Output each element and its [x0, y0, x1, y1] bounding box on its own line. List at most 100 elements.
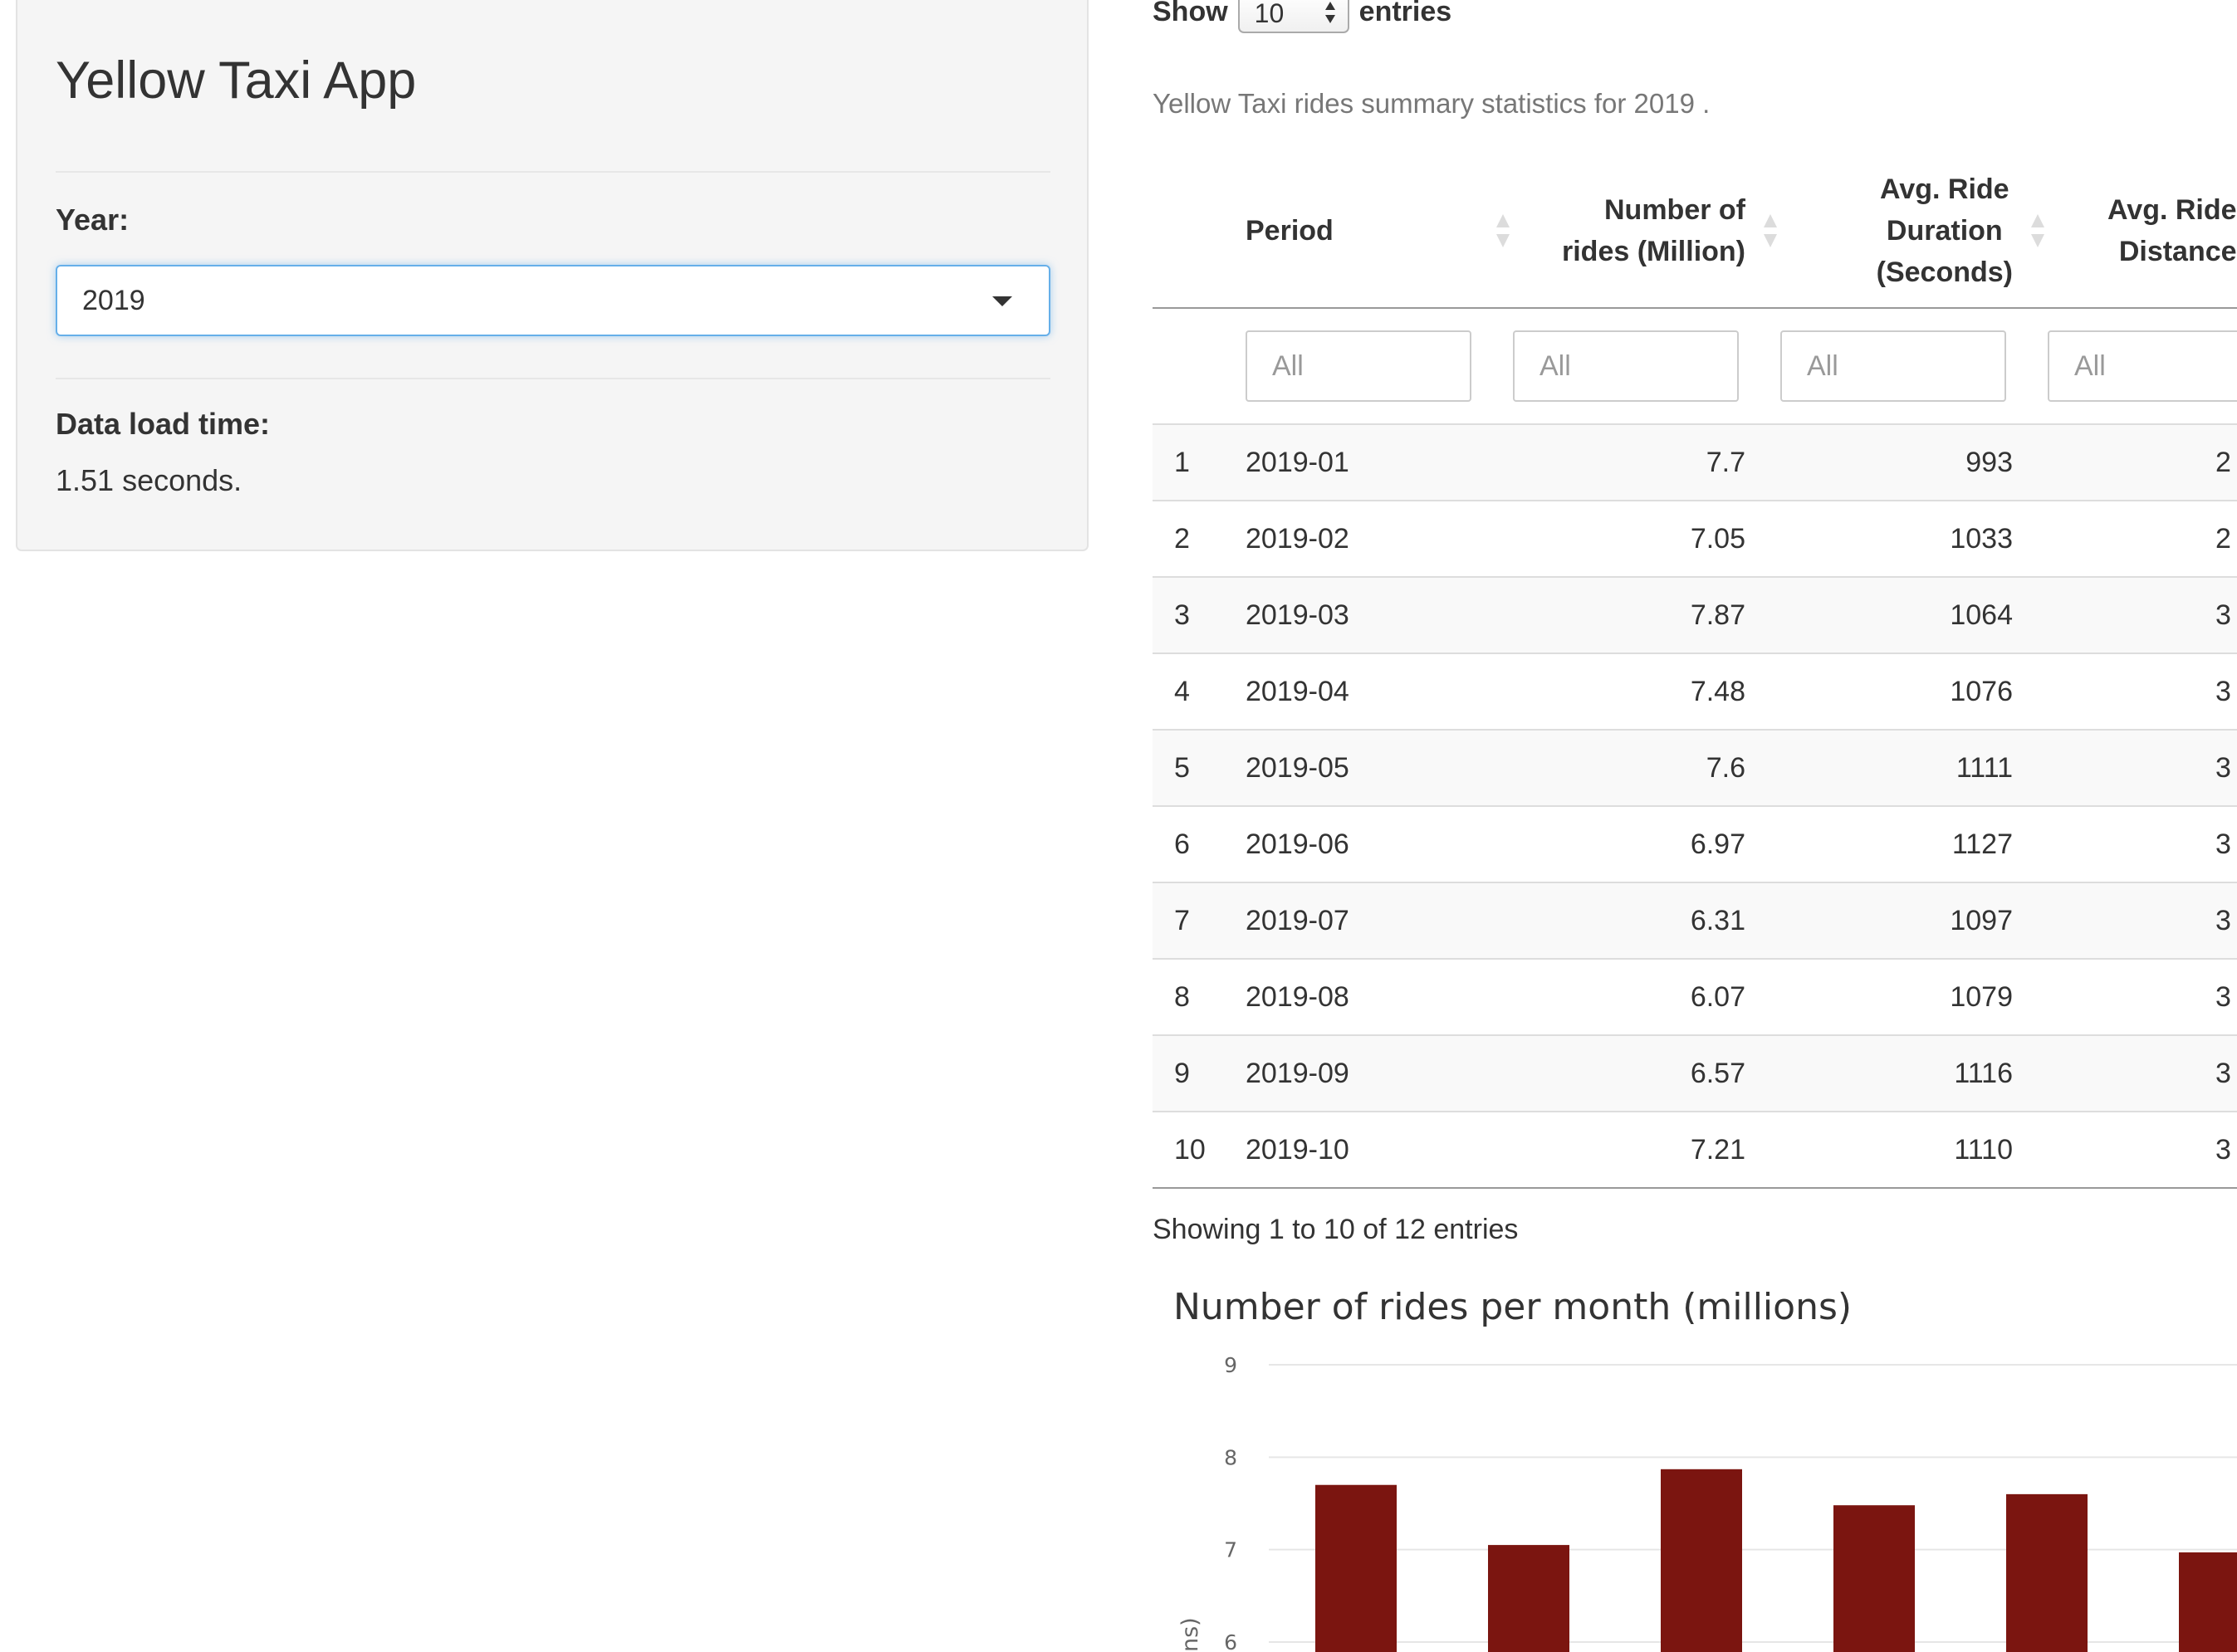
cell-duration: 1110: [1780, 1112, 2048, 1189]
filter-input-distance[interactable]: [2048, 330, 2237, 402]
y-tick-label: 8: [1224, 1445, 1237, 1469]
header-period[interactable]: Period: [1246, 154, 1513, 309]
bar[interactable]: [1833, 1505, 1915, 1652]
table-row[interactable]: 10 2019-10 7.21 1110 3: [1153, 1112, 2237, 1189]
header-index: [1153, 154, 1246, 309]
cell-period: 2019-09: [1246, 1035, 1513, 1112]
bar[interactable]: [1488, 1545, 1569, 1652]
year-select-value: 2019: [82, 285, 145, 316]
row-index: 7: [1153, 882, 1246, 960]
cell-rides: 7.6: [1513, 730, 1780, 807]
cell-period: 2019-02: [1246, 501, 1513, 578]
load-time-label: Data load time:: [56, 407, 271, 441]
table-row[interactable]: 7 2019-07 6.31 1097 3: [1153, 882, 2237, 960]
table-row[interactable]: 9 2019-09 6.57 1116 3: [1153, 1035, 2237, 1112]
page: Yellow Taxi App Year: 2019 Data load tim…: [0, 0, 2237, 1652]
filter-cell-rides: [1513, 308, 1780, 425]
filter-cell-duration: [1780, 308, 2048, 425]
bar[interactable]: [1315, 1484, 1397, 1652]
cell-duration: 1079: [1780, 959, 2048, 1036]
table-row[interactable]: 4 2019-04 7.48 1076 3: [1153, 653, 2237, 731]
page-length-value: 10: [1254, 0, 1285, 28]
cell-rides: 6.57: [1513, 1035, 1780, 1112]
header-duration-label: Avg. Ride Duration (Seconds): [1876, 174, 2013, 288]
filter-cell-distance: [2048, 308, 2237, 425]
filter-input-duration[interactable]: [1780, 330, 2006, 402]
row-index: 6: [1153, 806, 1246, 883]
bar[interactable]: [2006, 1493, 2088, 1652]
year-label: Year:: [56, 203, 130, 237]
cell-rides: 7.05: [1513, 501, 1780, 578]
page-length-select[interactable]: 10: [1237, 0, 1349, 33]
cell-rides: 6.31: [1513, 882, 1780, 960]
year-select[interactable]: 2019: [56, 265, 1050, 336]
data-table-wrapper: Period Number of rides (Million) Avg. Ri…: [1153, 154, 2237, 1189]
entries-label: entries: [1358, 0, 1452, 27]
cell-distance: 3: [2048, 882, 2237, 960]
filter-cell-index: [1153, 308, 1246, 425]
table-row[interactable]: 8 2019-08 6.07 1079 3: [1153, 959, 2237, 1036]
cell-distance: 3: [2048, 730, 2237, 807]
cell-period: 2019-01: [1246, 424, 1513, 501]
filter-input-period[interactable]: [1246, 330, 1471, 402]
cell-rides: 7.87: [1513, 577, 1780, 654]
header-rides-label: Number of rides (Million): [1562, 194, 1745, 267]
cell-distance: 2: [2048, 501, 2237, 578]
divider: [56, 171, 1050, 173]
sort-icon: [1496, 214, 1510, 247]
cell-duration: 1076: [1780, 653, 2048, 731]
main-panel: Show 10 entries Yellow Taxi rides summar…: [1153, 0, 2237, 1652]
table-info: Showing 1 to 10 of 12 entries: [1153, 1214, 1519, 1245]
header-distance[interactable]: Avg. Ride Distance: [2048, 154, 2237, 309]
bar[interactable]: [2179, 1552, 2237, 1652]
show-label: Show: [1153, 0, 1228, 27]
y-tick-label: 9: [1224, 1353, 1237, 1377]
cell-duration: 1064: [1780, 577, 2048, 654]
cell-period: 2019-03: [1246, 577, 1513, 654]
row-index: 9: [1153, 1035, 1246, 1112]
row-index: 4: [1153, 653, 1246, 731]
table-row[interactable]: 2 2019-02 7.05 1033 2: [1153, 501, 2237, 578]
updown-arrows-icon: [1324, 2, 1335, 23]
row-index: 10: [1153, 1112, 1246, 1189]
cell-rides: 7.7: [1513, 424, 1780, 501]
cell-distance: 2: [2048, 424, 2237, 501]
header-period-label: Period: [1246, 215, 1334, 247]
row-index: 5: [1153, 730, 1246, 807]
row-index: 3: [1153, 577, 1246, 654]
cell-rides: 6.97: [1513, 806, 1780, 883]
data-table: Period Number of rides (Million) Avg. Ri…: [1153, 154, 2237, 1189]
cell-period: 2019-04: [1246, 653, 1513, 731]
sort-icon: [2031, 214, 2044, 247]
filter-row: [1153, 308, 2237, 425]
table-caption: Yellow Taxi rides summary statistics for…: [1153, 88, 1711, 119]
cell-rides: 7.48: [1513, 653, 1780, 731]
table-row[interactable]: 5 2019-05 7.6 1111 3: [1153, 730, 2237, 807]
table-row[interactable]: 3 2019-03 7.87 1064 3: [1153, 577, 2237, 654]
rides-bar-chart: Number of rides per month (millions) 6 7 8…: [1153, 1262, 2237, 1652]
page-length-control: Show 10 entries: [1153, 0, 1451, 35]
bar[interactable]: [1661, 1469, 1742, 1652]
row-index: 2: [1153, 501, 1246, 578]
header-duration[interactable]: Avg. Ride Duration (Seconds): [1780, 154, 2048, 309]
load-time-value: 1.51 seconds.: [56, 463, 242, 497]
cell-distance: 3: [2048, 806, 2237, 883]
sidebar-panel: Yellow Taxi App Year: 2019 Data load tim…: [16, 0, 1089, 551]
chart-title: Number of rides per month (millions): [1173, 1286, 1852, 1328]
table-row[interactable]: 6 2019-06 6.97 1127 3: [1153, 806, 2237, 883]
app-title: Yellow Taxi App: [56, 51, 417, 110]
header-rides[interactable]: Number of rides (Million): [1513, 154, 1780, 309]
cell-duration: 1111: [1780, 730, 2048, 807]
filter-input-rides[interactable]: [1513, 330, 1739, 402]
row-index: 8: [1153, 959, 1246, 1036]
y-tick-label: 7: [1224, 1538, 1237, 1562]
cell-duration: 1033: [1780, 501, 2048, 578]
table-row[interactable]: 1 2019-01 7.7 993 2: [1153, 424, 2237, 501]
cell-distance: 3: [2048, 959, 2237, 1036]
table-header-row: Period Number of rides (Million) Avg. Ri…: [1153, 154, 2237, 309]
cell-rides: 7.21: [1513, 1112, 1780, 1189]
filter-cell-period: [1246, 308, 1513, 425]
cell-duration: 993: [1780, 424, 2048, 501]
cell-period: 2019-05: [1246, 730, 1513, 807]
sort-icon: [1764, 214, 1777, 247]
